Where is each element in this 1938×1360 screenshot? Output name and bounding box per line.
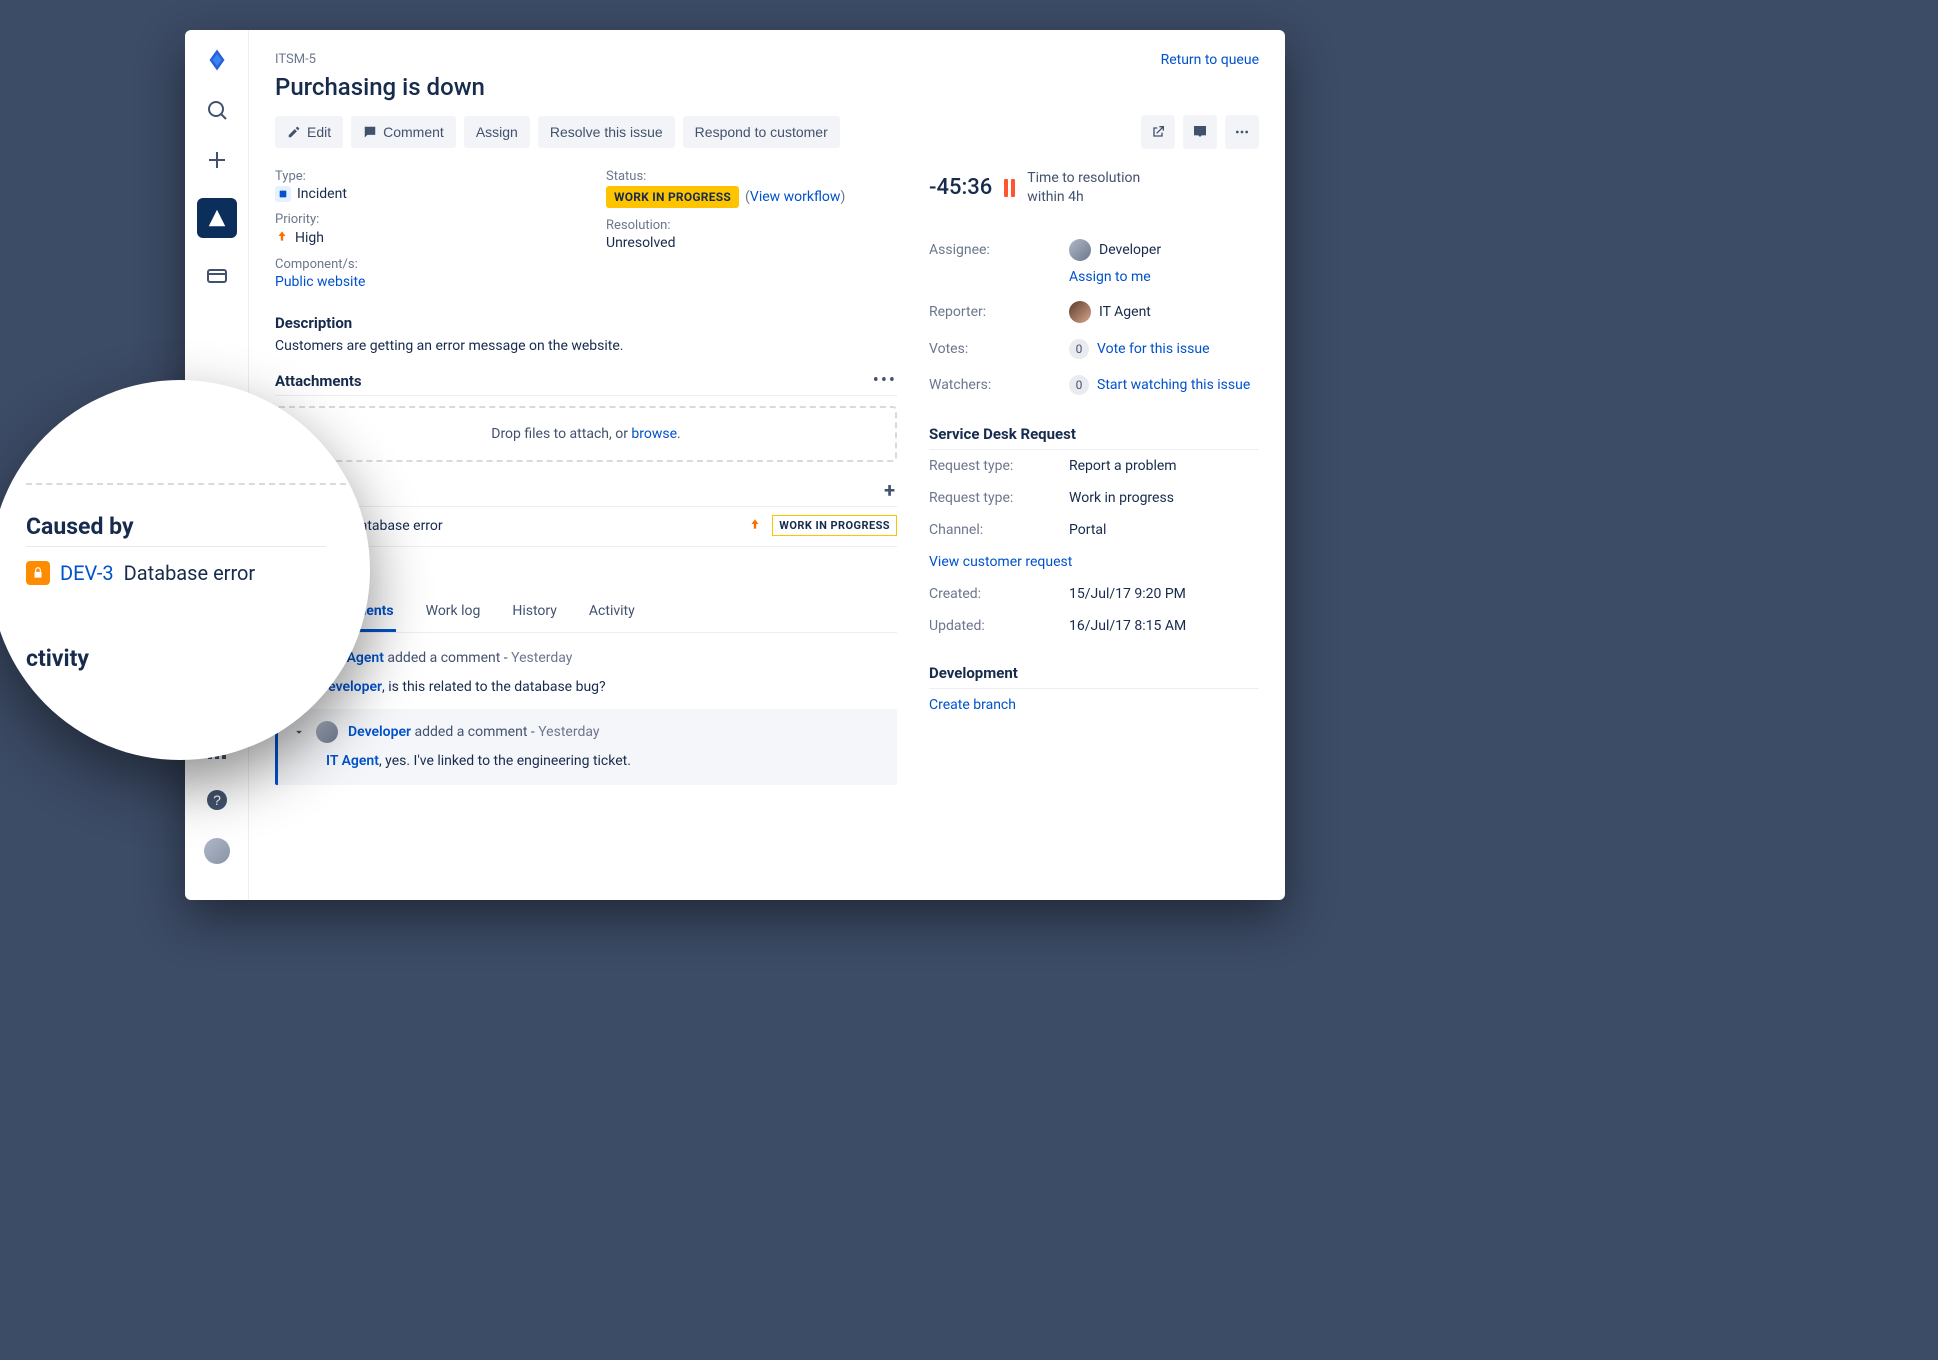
view-workflow-link[interactable]: View workflow — [750, 189, 841, 205]
mag-activity-heading: ctivity — [26, 645, 370, 672]
view-customer-request-link[interactable]: View customer request — [929, 554, 1072, 570]
created-value: 15/Jul/17 9:20 PM — [1069, 586, 1259, 602]
profile-avatar[interactable] — [204, 838, 230, 864]
assignee-label: Assignee: — [929, 242, 1069, 258]
search-icon[interactable] — [205, 98, 229, 122]
assignee-value: Developer — [1099, 242, 1161, 258]
watch-link[interactable]: Start watching this issue — [1097, 377, 1250, 393]
priority-value: High — [275, 229, 566, 247]
project-tile[interactable] — [197, 198, 237, 238]
mag-issue-summary: Database error — [124, 561, 256, 585]
description-text: Customers are getting an error message o… — [275, 338, 897, 354]
export-icon[interactable] — [1183, 115, 1217, 149]
avatar — [1069, 239, 1091, 261]
lock-icon — [26, 561, 50, 585]
comment-item: Developer added a comment - Yesterday IT… — [275, 709, 897, 785]
linked-issue-status: WORK IN PROGRESS — [772, 515, 897, 536]
help-icon[interactable]: ? — [205, 788, 229, 812]
chevron-down-icon[interactable] — [292, 725, 306, 739]
avatar — [1069, 301, 1091, 323]
create-icon[interactable] — [205, 148, 229, 172]
content-area: ITSM-5 Purchasing is down Return to queu… — [249, 30, 1285, 900]
avatar — [316, 721, 338, 743]
sla-time: -45:36 — [929, 175, 992, 200]
type-label: Type: — [275, 169, 566, 184]
reporter-value: IT Agent — [1099, 304, 1151, 320]
incident-type-icon — [275, 186, 291, 202]
comment-author[interactable]: Developer — [348, 724, 411, 740]
sla-widget: -45:36 Time to resolution within 4h — [929, 169, 1259, 207]
assign-button[interactable]: Assign — [464, 116, 530, 148]
respond-button[interactable]: Respond to customer — [683, 116, 840, 148]
side-column: -45:36 Time to resolution within 4h Assi… — [929, 169, 1259, 874]
issue-title: Purchasing is down — [275, 73, 485, 101]
magnifier-callout: Caused by DEV-3 Database error ctivity — [0, 380, 370, 760]
status-label: Status: — [606, 169, 897, 184]
return-to-queue-link[interactable]: Return to queue — [1161, 52, 1259, 68]
votes-label: Votes: — [929, 341, 1069, 357]
activity-tabs: All Comments Work log History Activity — [275, 593, 897, 633]
add-link-icon[interactable]: + — [884, 478, 897, 502]
tab-worklog[interactable]: Work log — [424, 593, 483, 632]
mag-caused-by-heading: Caused by — [26, 513, 326, 547]
tab-activity[interactable]: Activity — [587, 593, 637, 632]
watchers-label: Watchers: — [929, 377, 1069, 393]
mention-link[interactable]: IT Agent — [326, 753, 379, 769]
edit-button[interactable]: Edit — [275, 116, 343, 148]
components-label: Component/s: — [275, 257, 566, 272]
priority-high-icon — [748, 517, 762, 535]
status-badge[interactable]: WORK IN PROGRESS — [606, 186, 739, 208]
linked-issue-row[interactable]: DEV-3 Database error WORK IN PROGRESS — [275, 515, 897, 547]
reporter-label: Reporter: — [929, 304, 1069, 320]
mag-issue-key[interactable]: DEV-3 — [60, 561, 114, 585]
sdr-heading: Service Desk Request — [929, 425, 1259, 450]
jira-logo-icon[interactable] — [205, 48, 229, 72]
svg-text:?: ? — [213, 792, 221, 808]
attachments-heading: Attachments — [275, 372, 362, 390]
priority-label: Priority: — [275, 212, 566, 227]
board-icon[interactable] — [205, 264, 229, 288]
assign-to-me-link[interactable]: Assign to me — [1069, 269, 1151, 285]
updated-value: 16/Jul/17 8:15 AM — [1069, 618, 1259, 634]
mag-linked-row: DEV-3 Database error — [26, 561, 346, 585]
votes-count: 0 — [1069, 339, 1089, 359]
more-actions-icon[interactable] — [1225, 115, 1259, 149]
status-value: WORK IN PROGRESS (View workflow) — [606, 186, 897, 208]
vote-link[interactable]: Vote for this issue — [1097, 341, 1210, 357]
attachment-dropzone[interactable]: Drop files to attach, or browse. — [275, 406, 897, 462]
request-status-value: Work in progress — [1069, 490, 1259, 506]
browse-link[interactable]: browse — [631, 426, 677, 442]
issue-key[interactable]: ITSM-5 — [275, 52, 485, 67]
share-icon[interactable] — [1141, 115, 1175, 149]
comment-item: IT Agent added a comment - Yesterday Dev… — [275, 647, 897, 695]
priority-high-icon — [275, 229, 289, 247]
development-heading: Development — [929, 664, 1259, 689]
tab-history[interactable]: History — [510, 593, 559, 632]
watchers-count: 0 — [1069, 375, 1089, 395]
action-toolbar: Edit Comment Assign Resolve this issue R… — [275, 115, 1259, 149]
components-value[interactable]: Public website — [275, 274, 566, 290]
attachments-menu-icon[interactable]: ••• — [873, 370, 897, 391]
create-branch-link[interactable]: Create branch — [929, 697, 1016, 713]
channel-value: Portal — [1069, 522, 1259, 538]
resolution-label: Resolution: — [606, 218, 897, 233]
type-value: Incident — [275, 186, 566, 202]
comment-button[interactable]: Comment — [351, 116, 456, 148]
description-heading: Description — [275, 314, 897, 332]
issue-view-card: ? ITSM-5 Purchasing is down Return to qu… — [185, 30, 1285, 900]
resolution-value: Unresolved — [606, 235, 897, 251]
resolve-button[interactable]: Resolve this issue — [538, 116, 675, 148]
main-column: Type: Incident Priority: High Component/… — [275, 169, 901, 874]
request-type-value: Report a problem — [1069, 458, 1259, 474]
sla-paused-icon — [1004, 179, 1015, 197]
